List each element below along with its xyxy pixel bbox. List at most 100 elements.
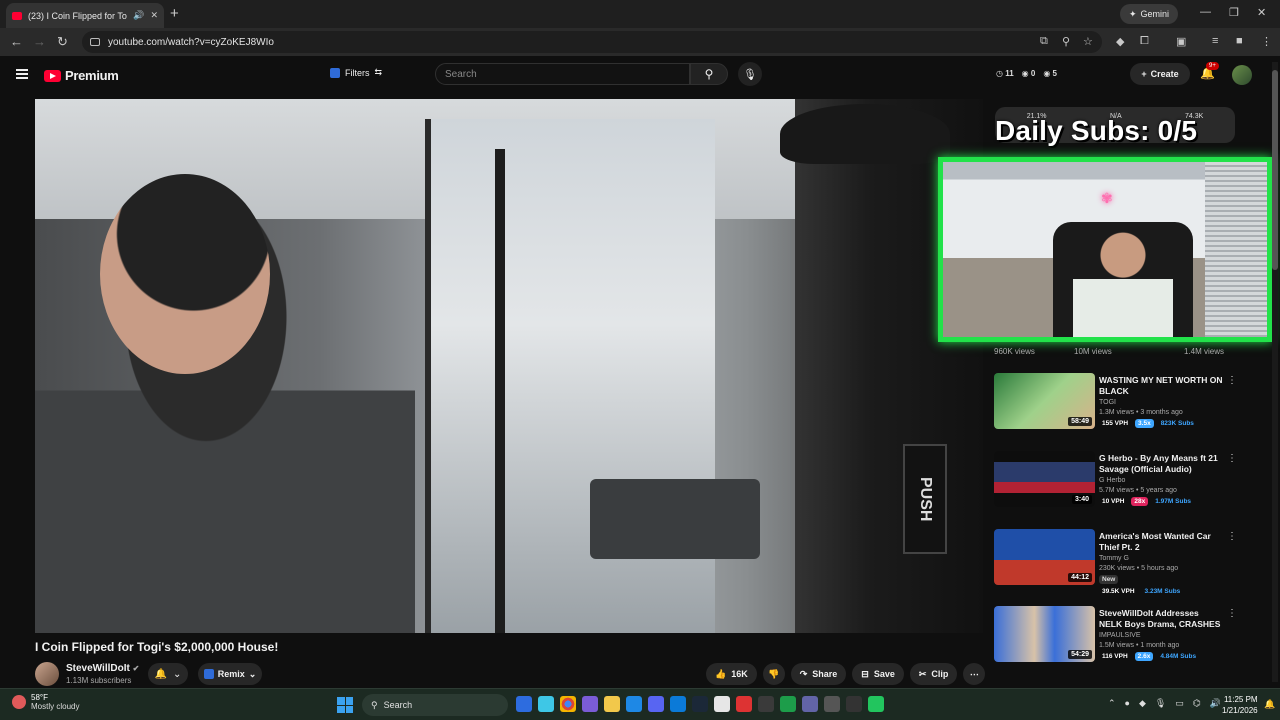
- discord-icon[interactable]: [648, 696, 664, 712]
- chevron-up-icon[interactable]: ⌃: [1108, 698, 1116, 709]
- gemini-button[interactable]: ✦ Gemini: [1120, 4, 1178, 24]
- recommended-title[interactable]: G Herbo - By Any Means ft 21 Savage (Off…: [1099, 453, 1224, 475]
- minimize-icon[interactable]: —: [1200, 6, 1211, 18]
- install-icon[interactable]: ⧉: [1040, 35, 1048, 48]
- recommended-channel[interactable]: TOGI: [1099, 399, 1116, 406]
- app-icon-3[interactable]: [736, 696, 752, 712]
- site-info-icon[interactable]: [90, 38, 100, 46]
- tray-app-icon-2[interactable]: ◆: [1139, 698, 1146, 709]
- app-icon-5[interactable]: [824, 696, 840, 712]
- new-tab-icon[interactable]: +: [170, 5, 179, 22]
- taskview-icon[interactable]: [516, 696, 532, 712]
- video-thumbnail[interactable]: 3:40: [994, 451, 1095, 507]
- taskbar-clock[interactable]: 11:25 PM 1/21/2026: [1222, 694, 1258, 716]
- neon-leaf-icon: ✾: [1101, 190, 1113, 206]
- app-icon-7[interactable]: [868, 696, 884, 712]
- file-explorer-icon[interactable]: [604, 696, 620, 712]
- extension-icon[interactable]: ◆: [1116, 35, 1124, 48]
- search-button[interactable]: ⚲: [690, 63, 728, 85]
- store-icon[interactable]: [670, 696, 686, 712]
- menu-dots-icon[interactable]: ⋮: [1261, 35, 1272, 48]
- item-menu-icon[interactable]: ⋮: [1227, 531, 1237, 542]
- list-item[interactable]: 54:29 SteveWillDoIt Addresses NELK Boys …: [994, 606, 1244, 676]
- forward-icon[interactable]: →: [33, 34, 46, 49]
- bookmark-star-icon[interactable]: ☆: [1083, 35, 1093, 48]
- address-bar[interactable]: youtube.com/watch?v=cyZoKEJ8WIo: [82, 31, 1102, 53]
- remix-button[interactable]: Remix ⌄: [198, 663, 262, 685]
- recommended-title[interactable]: WASTING MY NET WORTH ON BLACK: [1099, 375, 1224, 397]
- recommended-title[interactable]: America's Most Wanted Car Thief Pt. 2: [1099, 531, 1224, 553]
- youtube-logo[interactable]: Premium: [44, 68, 119, 83]
- filters-button[interactable]: Filters ⇆: [330, 67, 382, 78]
- extensions-puzzle-icon[interactable]: ⧠: [1140, 35, 1149, 48]
- item-menu-icon[interactable]: ⋮: [1227, 608, 1237, 619]
- recommended-channel[interactable]: G Herbo: [1099, 477, 1125, 484]
- split-view-icon[interactable]: ▣: [1176, 35, 1186, 48]
- volume-icon[interactable]: 🔊: [1210, 698, 1221, 709]
- subscribed-button[interactable]: 🔔 ⌄: [148, 663, 188, 685]
- vph-stats: 10 VPH 28x 1.97M Subs: [1099, 497, 1194, 506]
- audio-icon[interactable]: 🔊: [133, 10, 144, 21]
- chrome-icon[interactable]: [560, 696, 576, 712]
- video-thumbnail[interactable]: 44:12: [994, 529, 1095, 585]
- temperature: 58°F: [31, 693, 48, 702]
- recommended-channel[interactable]: IMPAULSIVE: [1099, 632, 1141, 639]
- duration-badge: 3:40: [1071, 495, 1092, 504]
- back-icon[interactable]: ←: [10, 34, 23, 49]
- notification-center-icon[interactable]: 🔔: [1264, 699, 1275, 710]
- windows-start-icon[interactable]: [337, 697, 353, 713]
- hamburger-menu-icon[interactable]: [16, 69, 28, 79]
- profile-icon[interactable]: ■: [1236, 35, 1243, 47]
- restore-icon[interactable]: ❐: [1229, 6, 1239, 19]
- search-input[interactable]: Search: [435, 63, 690, 85]
- create-button[interactable]: + Create: [1130, 63, 1190, 85]
- steam-icon[interactable]: [692, 696, 708, 712]
- media-icon[interactable]: ≡: [1212, 35, 1218, 47]
- list-item[interactable]: 58:49 WASTING MY NET WORTH ON BLACK TOGI…: [994, 373, 1244, 443]
- logo-text: Premium: [65, 68, 119, 83]
- list-item[interactable]: 3:40 G Herbo - By Any Means ft 21 Savage…: [994, 451, 1244, 521]
- taskbar-search[interactable]: ⚲ Search: [362, 694, 508, 716]
- browser-tab[interactable]: (23) I Coin Flipped for Togi's 🔊 ✕: [6, 3, 164, 28]
- video-scene-head: [100, 174, 270, 374]
- account-avatar[interactable]: [1232, 65, 1252, 85]
- recommended-title[interactable]: SteveWillDoIt Addresses NELK Boys Drama,…: [1099, 608, 1224, 630]
- app-icon-6[interactable]: [846, 696, 862, 712]
- weather-widget[interactable]: 58°F Mostly cloudy: [12, 693, 79, 711]
- zoom-icon[interactable]: ⚲: [1062, 35, 1070, 48]
- subs-value: 4.84M Subs: [1160, 653, 1197, 660]
- mic-icon: 🎙: [743, 68, 757, 81]
- copilot-icon[interactable]: [538, 696, 554, 712]
- item-menu-icon[interactable]: ⋮: [1227, 453, 1237, 464]
- scrollbar-thumb[interactable]: [1272, 70, 1278, 270]
- more-actions-button[interactable]: ⋯: [963, 663, 986, 685]
- channel-avatar[interactable]: [35, 662, 59, 686]
- teams-icon[interactable]: [802, 696, 818, 712]
- save-button[interactable]: ⊟ Save: [852, 663, 904, 685]
- app-icon[interactable]: [582, 696, 598, 712]
- close-tab-icon[interactable]: ✕: [150, 10, 158, 21]
- reload-icon[interactable]: ↻: [57, 34, 68, 50]
- dislike-button[interactable]: 👎: [762, 663, 785, 685]
- item-menu-icon[interactable]: ⋮: [1227, 375, 1237, 386]
- excel-icon[interactable]: [780, 696, 796, 712]
- tray-app-icon[interactable]: ●: [1125, 698, 1130, 709]
- like-button[interactable]: 👍 16K: [706, 663, 757, 685]
- app-icon-4[interactable]: [758, 696, 774, 712]
- share-button[interactable]: ↷ Share: [790, 663, 847, 685]
- video-player[interactable]: PUSH: [35, 99, 983, 633]
- subscriber-count: 1.13M subscribers: [66, 676, 132, 685]
- video-thumbnail[interactable]: 54:29: [994, 606, 1095, 662]
- video-thumbnail[interactable]: 58:49: [994, 373, 1095, 429]
- clip-button[interactable]: ✂ Clip: [909, 663, 958, 685]
- recommended-channel[interactable]: Tommy G: [1099, 555, 1129, 562]
- close-window-icon[interactable]: ✕: [1257, 6, 1266, 19]
- notepad-icon[interactable]: [626, 696, 642, 712]
- app-icon-2[interactable]: [714, 696, 730, 712]
- list-item[interactable]: 44:12 America's Most Wanted Car Thief Pt…: [994, 529, 1244, 599]
- display-icon[interactable]: ▭: [1175, 698, 1184, 709]
- mic-tray-icon[interactable]: 🎙: [1155, 698, 1166, 709]
- voice-search-button[interactable]: 🎙: [738, 62, 762, 86]
- network-icon[interactable]: ⌬: [1193, 698, 1201, 709]
- channel-name[interactable]: SteveWillDoIt ✔: [66, 663, 139, 674]
